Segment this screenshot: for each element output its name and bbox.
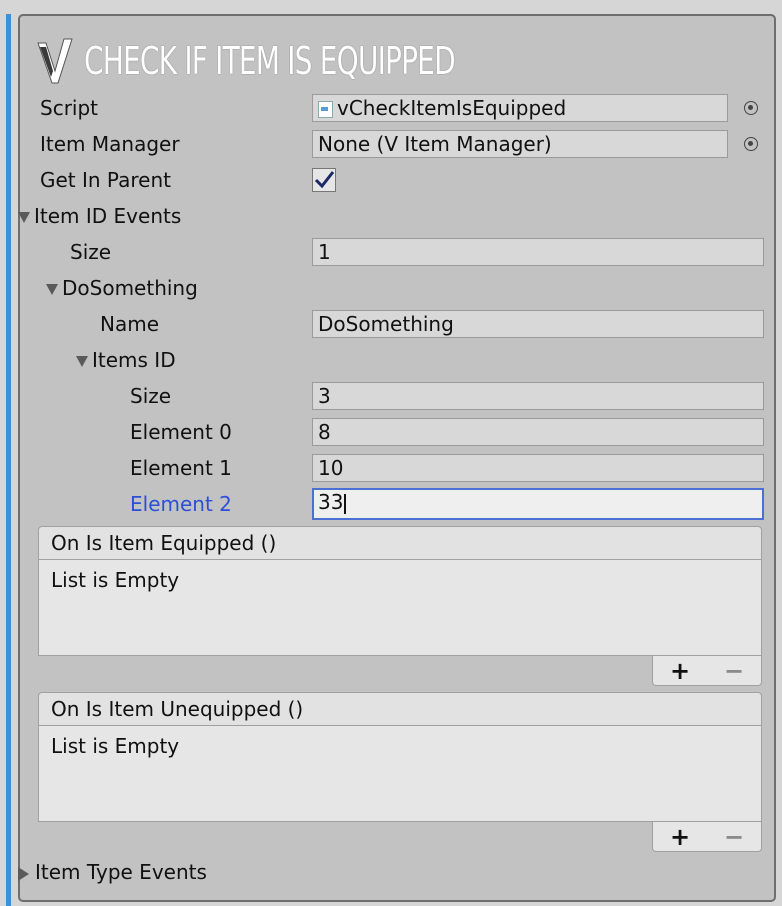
item-id-events-foldout[interactable]: Item ID Events [18,204,181,228]
events-size-value: 1 [318,240,331,264]
object-picker-icon[interactable] [744,137,758,151]
events-size-field[interactable]: 1 [312,238,764,266]
add-listener-button[interactable]: + [670,823,690,851]
on-item-unequipped-title: On Is Item Unequipped () [51,697,304,721]
element-1-value: 10 [318,456,344,480]
name-value: DoSomething [318,312,454,336]
foldout-open-icon [18,212,30,223]
script-label: Script [40,96,99,120]
object-picker-icon[interactable] [744,101,758,115]
selection-bar [6,14,11,906]
script-value: vCheckItemIsEquipped [337,96,567,120]
element-1-label: Element 1 [130,456,232,480]
get-in-parent-checkbox[interactable] [312,168,336,192]
item-type-events-label: Item Type Events [35,860,207,884]
element-0-value: 8 [318,420,331,444]
list-empty-text: List is Empty [51,568,180,592]
element-0-label: Element 0 [130,420,232,444]
on-item-unequipped-footer: + − [652,822,762,852]
on-item-equipped-footer: + − [652,656,762,686]
on-item-equipped-header: On Is Item Equipped () [38,526,762,560]
events-size-label: Size [70,240,112,264]
foldout-open-icon [46,284,58,295]
items-size-value: 3 [318,384,331,408]
component-title: CHECK IF ITEM IS EQUIPPED [84,39,456,83]
dosomething-label: DoSomething [62,276,198,300]
text-caret [344,493,347,514]
checkmark-icon [314,171,335,189]
v-logo-icon [36,37,74,85]
on-item-unequipped-list: List is Empty [38,726,762,822]
items-id-label: Items ID [92,348,176,372]
get-in-parent-label: Get In Parent [40,168,171,192]
element-1-field[interactable]: 10 [312,454,764,482]
item-type-events-foldout[interactable]: Item Type Events [18,860,207,884]
remove-listener-button[interactable]: − [724,657,744,685]
script-file-icon [318,101,333,118]
name-label: Name [100,312,160,336]
foldout-open-icon [76,356,88,367]
list-empty-text: List is Empty [51,734,180,758]
inspector-window: CHECK IF ITEM IS EQUIPPED Script vCheckI… [0,0,782,906]
element-2-label: Element 2 [130,492,232,516]
script-field[interactable]: vCheckItemIsEquipped [312,94,728,122]
items-size-field[interactable]: 3 [312,382,764,410]
item-id-events-label: Item ID Events [34,204,182,228]
items-size-label: Size [130,384,172,408]
element-0-field[interactable]: 8 [312,418,764,446]
item-manager-value: None (V Item Manager) [318,132,552,156]
component-header: CHECK IF ITEM IS EQUIPPED [36,34,536,88]
item-manager-field[interactable]: None (V Item Manager) [312,130,728,158]
items-id-foldout[interactable]: Items ID [76,348,176,372]
dosomething-foldout[interactable]: DoSomething [46,276,198,300]
item-manager-label: Item Manager [40,132,180,156]
on-item-equipped-list: List is Empty [38,560,762,656]
add-listener-button[interactable]: + [670,657,690,685]
name-field[interactable]: DoSomething [312,310,764,338]
on-item-unequipped-header: On Is Item Unequipped () [38,692,762,726]
element-2-field[interactable]: 33 [312,488,764,520]
foldout-closed-icon [18,866,29,881]
on-item-equipped-title: On Is Item Equipped () [51,531,277,555]
remove-listener-button[interactable]: − [724,823,744,851]
element-2-value: 33 [318,490,344,514]
